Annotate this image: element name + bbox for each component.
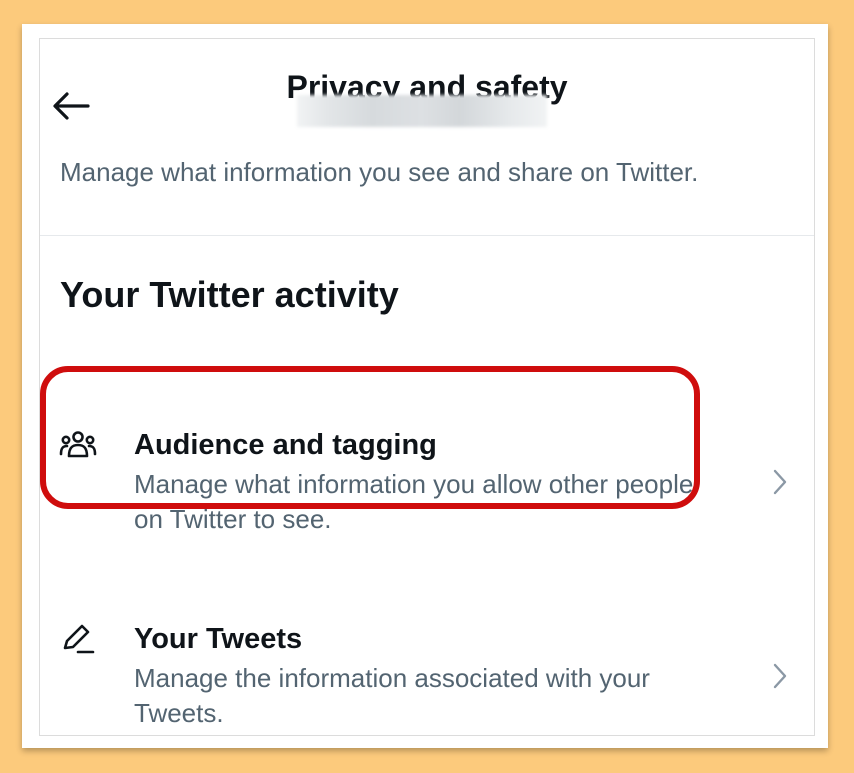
your-tweets-item[interactable]: Your Tweets Manage the information assoc…: [40, 573, 814, 728]
settings-panel: Privacy and safety Manage what informati…: [39, 38, 815, 736]
pencil-icon: [58, 619, 98, 659]
item-title: Audience and tagging: [134, 429, 437, 461]
people-group-icon: [58, 425, 98, 465]
item-description: Manage the information associated with y…: [134, 663, 650, 728]
section-heading: Your Twitter activity: [60, 274, 399, 315]
item-description: Manage what information you allow other …: [134, 469, 694, 534]
divider: [40, 235, 814, 236]
blurred-account-handle: [297, 95, 547, 127]
intro-text: Manage what information you see and shar…: [60, 157, 699, 187]
chevron-right-icon: [768, 467, 792, 497]
screenshot-frame: Privacy and safety Manage what informati…: [22, 24, 828, 748]
item-title: Your Tweets: [134, 623, 303, 655]
audience-and-tagging-item[interactable]: Audience and tagging Manage what informa…: [40, 379, 814, 534]
chevron-right-icon: [768, 661, 792, 691]
